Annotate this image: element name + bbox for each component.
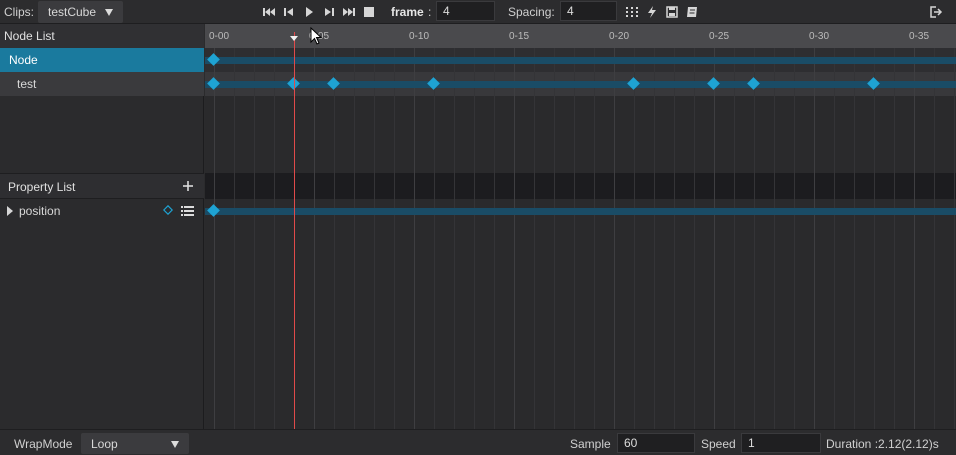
chevron-down-icon (105, 9, 113, 16)
grid-line (674, 48, 675, 429)
grid-line (614, 48, 615, 429)
grid-line (434, 48, 435, 429)
node-rows-background (205, 48, 956, 96)
wrapmode-select[interactable]: Loop (81, 433, 189, 454)
grid-line (834, 48, 835, 429)
spacing-label: Spacing: (508, 5, 555, 19)
grid-line (654, 48, 655, 429)
grid-line (874, 48, 875, 429)
node-list-header: Node List (0, 24, 204, 48)
grid-line (414, 48, 415, 429)
grid-line (354, 48, 355, 429)
grid-line (534, 48, 535, 429)
grid-line (314, 48, 315, 429)
stop-icon[interactable] (362, 5, 376, 19)
book-icon[interactable] (685, 5, 699, 19)
grid-line (574, 48, 575, 429)
grid-line (854, 48, 855, 429)
grid-line (214, 48, 215, 429)
toolbar: Clips: testCube frame : Spacing: (0, 0, 956, 24)
exit-icon[interactable] (929, 5, 943, 19)
grid-line (274, 48, 275, 429)
grid-line (934, 48, 935, 429)
list-menu-icon[interactable] (181, 205, 194, 216)
ruler-tick-label: 0-15 (509, 31, 530, 42)
grid-line (754, 48, 755, 429)
bottom-bar: WrapMode Loop Sample Speed Duration :2.1… (0, 429, 956, 455)
playhead-marker-icon[interactable] (290, 36, 298, 41)
frame-label: frame (391, 5, 424, 19)
sample-input[interactable] (617, 433, 695, 453)
node-list-title: Node List (4, 29, 55, 43)
ruler-tick-label: 0-25 (709, 31, 730, 42)
playhead-line[interactable] (294, 32, 295, 429)
track-position (205, 208, 956, 215)
expand-arrow-icon[interactable] (7, 206, 13, 216)
chevron-down-icon (171, 441, 179, 448)
clip-select-value: testCube (48, 5, 97, 19)
grid-line (514, 48, 515, 429)
ruler-tick-label: 0-00 (209, 31, 230, 42)
grid-line (794, 48, 795, 429)
grid-line (334, 48, 335, 429)
speed-label: Speed (701, 437, 736, 451)
grid-line (554, 48, 555, 429)
spacing-input[interactable] (560, 1, 617, 21)
grid-line (814, 48, 815, 429)
node-list-item-test[interactable]: test (0, 72, 204, 96)
clip-select[interactable]: testCube (38, 1, 123, 23)
play-icon[interactable] (302, 5, 316, 19)
grid-line (394, 48, 395, 429)
frame-input[interactable] (436, 1, 495, 21)
property-item-label: position (19, 204, 61, 218)
frame-colon: : (428, 5, 432, 19)
grid-icon[interactable] (625, 5, 639, 19)
mouse-cursor-icon (310, 26, 323, 48)
grid-line (234, 48, 235, 429)
add-property-icon[interactable] (181, 179, 195, 193)
last-frame-icon[interactable] (342, 5, 356, 19)
grid-line (914, 48, 915, 429)
left-panel: Node List Node test Property List positi… (0, 24, 204, 429)
clips-label: Clips: (4, 5, 35, 19)
duration-label: Duration :2.12(2.12)s (826, 437, 939, 451)
wrapmode-value: Loop (91, 437, 118, 451)
grid-line (894, 48, 895, 429)
grid-line (714, 48, 715, 429)
property-item-position[interactable]: position (0, 199, 204, 223)
ruler-tick-label: 0-35 (909, 31, 930, 42)
grid-line (474, 48, 475, 429)
grid-line (494, 48, 495, 429)
ruler-tick-label: 0-30 (809, 31, 830, 42)
grid-line (774, 48, 775, 429)
grid-line (374, 48, 375, 429)
prev-frame-icon[interactable] (282, 5, 296, 19)
ruler-tick-label: 0-10 (409, 31, 430, 42)
grid-line (454, 48, 455, 429)
property-list-title: Property List (8, 180, 76, 194)
node-item-label: test (17, 77, 37, 91)
grid-line (594, 48, 595, 429)
event-icon[interactable] (645, 5, 659, 19)
speed-input[interactable] (741, 433, 821, 453)
save-icon[interactable] (665, 5, 679, 19)
grid-line (634, 48, 635, 429)
track-node (205, 57, 956, 64)
grid-line (954, 48, 955, 429)
grid-line (694, 48, 695, 429)
ruler-tick-label: 0-20 (609, 31, 630, 42)
sample-label: Sample (570, 437, 611, 451)
add-keyframe-icon[interactable] (162, 204, 174, 216)
property-list-header: Property List (0, 173, 204, 199)
grid-line (734, 48, 735, 429)
track-test (205, 81, 956, 88)
wrapmode-label: WrapMode (14, 437, 73, 451)
first-frame-icon[interactable] (262, 5, 276, 19)
grid-line (254, 48, 255, 429)
property-list-band (205, 173, 956, 199)
node-item-label: Node (9, 53, 38, 67)
next-frame-icon[interactable] (322, 5, 336, 19)
timeline-panel[interactable]: 0-000-050-100-150-200-250-300-35 (205, 24, 956, 429)
node-list-item-node[interactable]: Node (0, 48, 204, 72)
